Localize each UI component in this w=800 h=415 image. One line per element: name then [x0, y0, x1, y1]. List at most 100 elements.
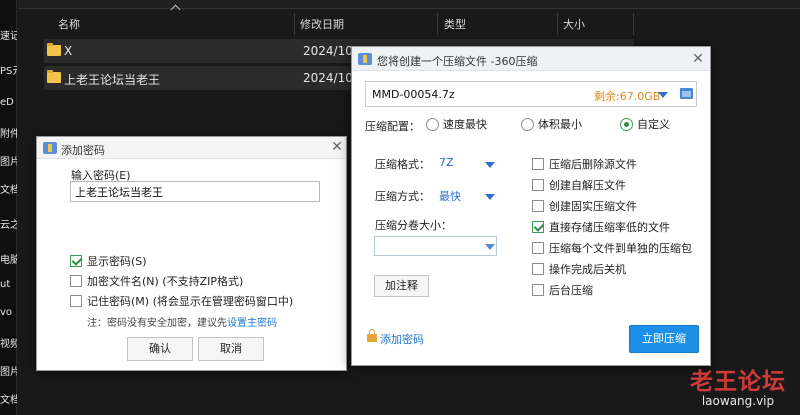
watermark-text: 老王论坛: [690, 368, 786, 395]
add-password-dialog: 添加密码 ✕ 输入密码(E) 显示密码(S) 加密文件名(N) (不支持ZIP格…: [36, 136, 347, 371]
sidebar-item[interactable]: 文档: [0, 181, 17, 196]
column-header-name[interactable]: 名称: [58, 16, 80, 32]
dialog-titlebar[interactable]: 添加密码 ✕: [37, 137, 346, 159]
left-sidebar: 速记 PS元 eD 附件 图片 文档 云之 电脑 ut vo 视频 图片 文档: [0, 0, 17, 415]
compression-config-label: 压缩配置：: [365, 120, 420, 133]
background-compress-label: 后台压缩: [549, 284, 593, 297]
solid-archive-option[interactable]: 创建固实压缩文件: [532, 198, 637, 214]
archive-path-field[interactable]: MMD-00054.7z 剩余:67.0GB: [365, 81, 697, 107]
sidebar-item[interactable]: 速记: [0, 27, 17, 42]
column-header-date[interactable]: 修改日期: [300, 16, 344, 32]
preset-fastest-radio[interactable]: [426, 118, 439, 131]
shutdown-after-option[interactable]: 操作完成后关机: [532, 261, 626, 277]
delete-source-option[interactable]: 压缩后删除源文件: [532, 156, 637, 172]
format-label: 压缩格式：: [375, 158, 430, 171]
split-size-select[interactable]: [374, 236, 497, 256]
store-low-ratio-option[interactable]: 直接存储压缩率低的文件: [532, 219, 670, 235]
close-icon[interactable]: ✕: [329, 139, 345, 155]
format-select[interactable]: 7Z: [439, 156, 454, 169]
show-password-checkbox[interactable]: [70, 255, 82, 267]
remember-password-label: 记住密码(M) (将会显示在管理密码窗口中): [87, 295, 294, 308]
encrypt-filenames-label: 加密文件名(N) (不支持ZIP格式): [87, 275, 244, 288]
add-comment-button[interactable]: 加注释: [374, 275, 429, 297]
sidebar-item[interactable]: vo: [0, 307, 17, 318]
password-note-text: 注：密码没有安全加密，建议先: [87, 318, 227, 329]
folder-icon: [47, 70, 61, 83]
chevron-down-icon[interactable]: [485, 244, 495, 250]
set-master-password-link[interactable]: 设置主密码: [227, 318, 277, 329]
create-archive-dialog: 您将创建一个压缩文件 -360压缩 ✕ MMD-00054.7z 剩余:67.0…: [351, 46, 711, 366]
sidebar-item[interactable]: 视频: [0, 335, 17, 350]
background-compress-checkbox[interactable]: [532, 284, 544, 296]
browse-folder-icon[interactable]: [680, 88, 693, 99]
preset-custom-option[interactable]: 自定义: [620, 116, 670, 132]
sidebar-item[interactable]: 图片: [0, 363, 17, 378]
dialog-title: 您将创建一个压缩文件 -360压缩: [377, 55, 538, 68]
confirm-button[interactable]: 确认: [127, 337, 193, 361]
dialog-titlebar[interactable]: 您将创建一个压缩文件 -360压缩 ✕: [352, 47, 710, 71]
split-size-label: 压缩分卷大小：: [375, 219, 452, 232]
preset-custom-label: 自定义: [637, 118, 670, 131]
chevron-down-icon[interactable]: [485, 162, 495, 168]
sidebar-item[interactable]: PS元: [0, 62, 17, 77]
solid-archive-checkbox[interactable]: [532, 200, 544, 212]
chevron-down-icon[interactable]: [658, 92, 668, 98]
self-extracting-option[interactable]: 创建自解压文件: [532, 177, 626, 193]
column-divider[interactable]: [437, 13, 438, 35]
column-header-size[interactable]: 大小: [563, 16, 585, 32]
column-header-row: 名称 修改日期 类型 大小: [44, 13, 634, 35]
column-divider[interactable]: [294, 13, 295, 35]
cancel-button[interactable]: 取消: [198, 337, 264, 361]
password-input[interactable]: [70, 181, 320, 202]
column-divider[interactable]: [557, 13, 558, 35]
separate-archives-option[interactable]: 压缩每个文件到单独的压缩包: [532, 240, 692, 256]
store-low-ratio-label: 直接存储压缩率低的文件: [549, 221, 670, 234]
chevron-down-icon[interactable]: [485, 194, 495, 200]
encrypt-filenames-option[interactable]: 加密文件名(N) (不支持ZIP格式): [70, 273, 243, 289]
encrypt-filenames-checkbox[interactable]: [70, 275, 82, 287]
delete-source-checkbox[interactable]: [532, 158, 544, 170]
password-note: 注：密码没有安全加密，建议先设置主密码: [87, 314, 277, 329]
remember-password-checkbox[interactable]: [70, 295, 82, 307]
solid-archive-label: 创建固实压缩文件: [549, 200, 637, 213]
close-icon[interactable]: ✕: [690, 51, 706, 67]
preset-custom-radio[interactable]: [620, 118, 633, 131]
file-date: 2024/10/: [303, 71, 357, 85]
method-select[interactable]: 最快: [439, 188, 461, 204]
sidebar-item[interactable]: 文档: [0, 391, 17, 406]
shutdown-after-checkbox[interactable]: [532, 263, 544, 275]
watermark-url: laowang.vip: [701, 394, 775, 408]
separate-archives-checkbox[interactable]: [532, 242, 544, 254]
show-password-option[interactable]: 显示密码(S): [70, 253, 147, 269]
shutdown-after-label: 操作完成后关机: [549, 263, 626, 276]
remember-password-option[interactable]: 记住密码(M) (将会显示在管理密码窗口中): [70, 293, 293, 309]
sidebar-item[interactable]: eD: [0, 97, 17, 108]
show-password-label: 显示密码(S): [87, 255, 147, 268]
add-password-link[interactable]: 添加密码: [380, 331, 424, 347]
store-low-ratio-checkbox[interactable]: [532, 221, 544, 233]
file-name: 上老王论坛当老王: [64, 73, 161, 87]
sidebar-item[interactable]: 电脑: [0, 251, 17, 266]
method-label: 压缩方式：: [375, 190, 430, 203]
preset-smallest-radio[interactable]: [521, 118, 534, 131]
background-compress-option[interactable]: 后台压缩: [532, 282, 593, 298]
compress-now-button[interactable]: 立即压缩: [629, 325, 699, 353]
separate-archives-label: 压缩每个文件到单独的压缩包: [549, 242, 692, 255]
free-space-label: 剩余:67.0GB: [594, 90, 661, 103]
sidebar-item[interactable]: 图片: [0, 153, 17, 168]
sidebar-item[interactable]: 云之: [0, 216, 17, 231]
preset-smallest-label: 体积最小: [538, 118, 582, 131]
column-divider[interactable]: [633, 13, 634, 35]
archive-app-icon: [358, 53, 372, 65]
lock-icon: [367, 329, 377, 342]
preset-smallest-option[interactable]: 体积最小: [521, 116, 582, 132]
sidebar-item[interactable]: ut: [0, 279, 17, 290]
archive-app-icon: [43, 142, 57, 154]
column-header-type[interactable]: 类型: [444, 16, 466, 32]
preset-fastest-option[interactable]: 速度最快: [426, 116, 487, 132]
archive-filename: MMD-00054.7z: [372, 88, 455, 101]
self-extracting-label: 创建自解压文件: [549, 179, 626, 192]
preset-fastest-label: 速度最快: [443, 118, 487, 131]
sidebar-item[interactable]: 附件: [0, 125, 17, 140]
self-extracting-checkbox[interactable]: [532, 179, 544, 191]
